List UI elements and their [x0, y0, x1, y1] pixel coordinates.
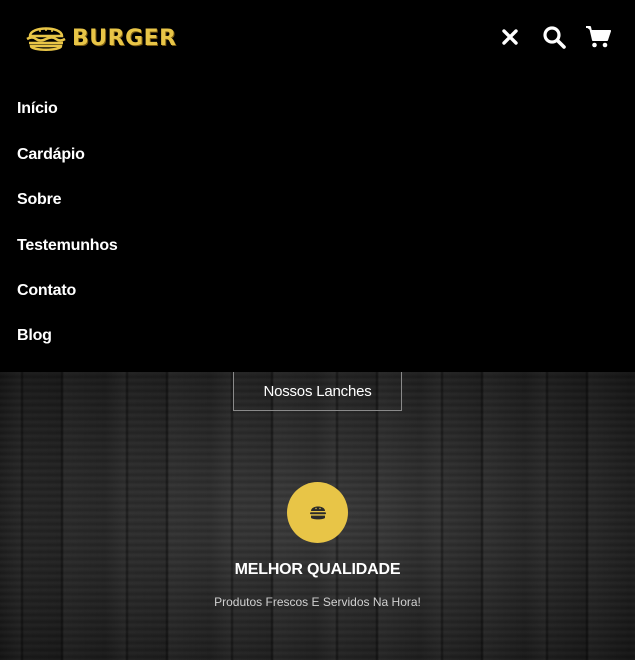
feature-title: MELHOR QUALIDADE [234, 561, 401, 578]
close-menu-button[interactable] [497, 22, 523, 52]
cart-icon [586, 26, 611, 48]
feature-icon-badge [287, 482, 348, 543]
mobile-menu: Início Cardápio Sobre Testemunhos Contat… [0, 80, 635, 372]
nossos-lanches-button[interactable]: Nossos Lanches [233, 372, 402, 411]
menu-item-inicio[interactable]: Início [17, 100, 58, 118]
site-header: BURGER [0, 0, 635, 80]
search-icon [543, 26, 566, 49]
feature-description: Produtos Frescos E Servidos Na Hora! [214, 595, 421, 609]
menu-item-contato[interactable]: Contato [17, 282, 76, 300]
menu-item-blog[interactable]: Blog [17, 327, 52, 345]
header-actions [497, 22, 611, 52]
close-icon [502, 29, 518, 45]
brand-name: BURGER [72, 25, 177, 51]
menu-item-cardapio[interactable]: Cardápio [17, 146, 85, 164]
menu-item-sobre[interactable]: Sobre [17, 191, 62, 209]
search-button[interactable] [541, 22, 567, 52]
brand-logo[interactable]: BURGER [24, 22, 177, 54]
burger-logo-icon [26, 27, 66, 51]
burger-icon [309, 506, 326, 519]
cart-button[interactable] [585, 22, 611, 52]
menu-item-testemunhos[interactable]: Testemunhos [17, 237, 118, 255]
